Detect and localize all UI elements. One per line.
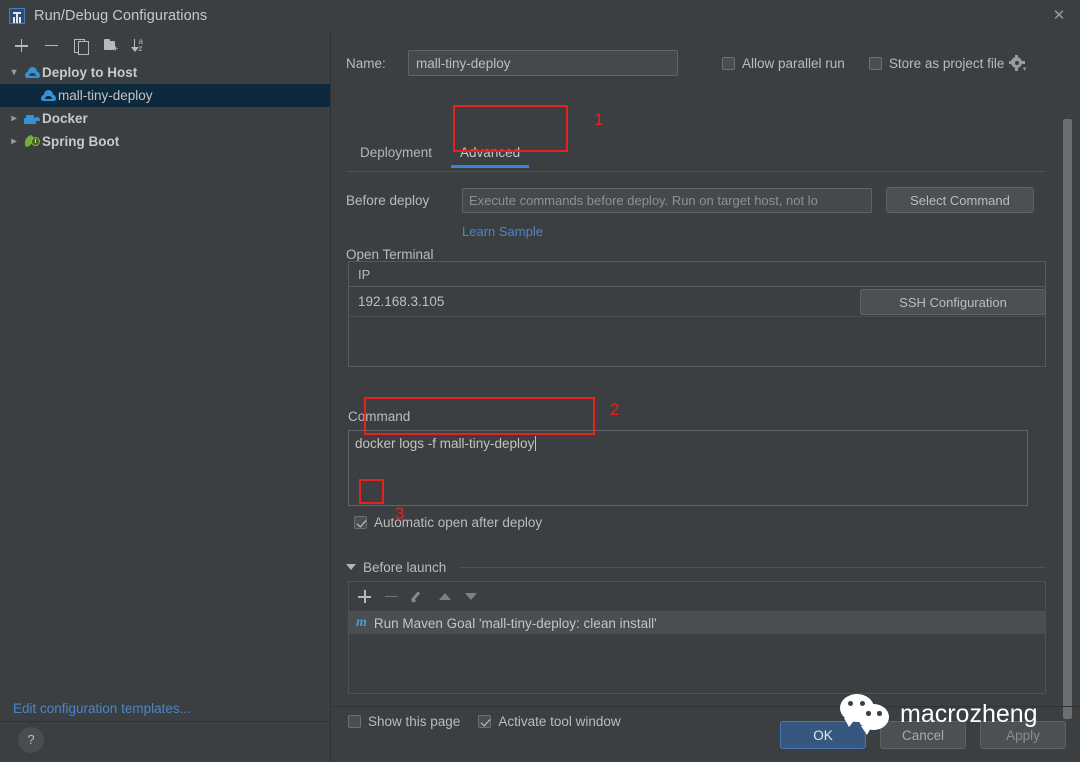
cell-ip: 192.168.3.105 [358,294,444,309]
add-task-button[interactable] [358,590,371,603]
cloud-icon [22,67,42,78]
sidebar-toolbar: + az [0,31,330,60]
plus-icon [15,39,28,52]
annotation-number-2: 2 [610,400,619,420]
name-input[interactable] [408,50,678,76]
maven-icon: m [356,616,367,630]
annotation-number-3: 3 [395,504,404,524]
spring-boot-icon [22,135,42,149]
learn-sample-link[interactable]: Learn Sample [462,224,543,239]
edit-task-button [412,590,425,603]
tree-item-docker[interactable]: ▸ Docker [0,107,330,130]
watermark-text: macrozheng [900,700,1038,729]
sort-az-icon: az [134,39,149,53]
sidebar-divider [0,721,331,722]
show-this-page-label: Show this page [368,714,460,729]
dialog-titlebar: Run/Debug Configurations [0,0,1080,31]
tree-item-mall-tiny-deploy[interactable]: mall-tiny-deploy [0,84,330,107]
new-folder-button[interactable]: + [98,34,124,58]
checkbox-box [348,715,361,728]
activate-tool-window-label: Activate tool window [498,714,620,729]
automatic-open-after-deploy-checkbox[interactable]: Automatic open after deploy [354,515,542,530]
intellij-idea-icon [9,8,25,24]
name-label: Name: [346,56,408,71]
tree-item-label: Spring Boot [42,134,119,149]
before-launch-header[interactable]: Before launch [346,558,1046,576]
triangle-down-icon[interactable] [346,564,356,570]
chevron-down-icon[interactable]: ▾ [6,67,22,78]
close-icon[interactable]: ✕ [1048,7,1070,25]
configurations-tree: ▾ Deploy to Host mall-tiny-deploy ▸ Dock… [0,61,330,153]
before-launch-toolbar [348,581,1046,611]
before-launch-list: m Run Maven Goal 'mall-tiny-deploy: clea… [348,611,1046,694]
edit-configuration-templates-link[interactable]: Edit configuration templates... [13,701,191,716]
select-command-button[interactable]: Select Command [886,187,1034,213]
tree-item-label: mall-tiny-deploy [58,88,153,103]
activate-tool-window-checkbox[interactable]: Activate tool window [478,714,620,729]
name-row: Name: Allow parallel run Store as projec… [346,50,1066,76]
docker-icon [22,113,42,125]
checkbox-box [869,57,882,70]
cloud-icon [38,90,58,101]
remove-configuration-button[interactable] [38,34,64,58]
list-item[interactable]: m Run Maven Goal 'mall-tiny-deploy: clea… [349,612,1045,634]
move-up-button [439,593,451,600]
minus-icon [45,45,58,47]
ssh-configuration-button[interactable]: SSH Configuration [860,289,1046,315]
bottom-options-row: Show this page Activate tool window [348,714,621,729]
open-terminal-label: Open Terminal [346,247,434,262]
allow-parallel-run-checkbox[interactable]: Allow parallel run [722,56,845,71]
checkbox-box [478,715,491,728]
sort-configurations-button[interactable]: az [128,34,154,58]
move-down-button [465,593,477,600]
tree-item-label: Deploy to Host [42,65,137,80]
before-deploy-input[interactable]: Execute commands before deploy. Run on t… [462,188,872,213]
tab-label: Deployment [360,145,432,160]
before-deploy-row: Before deploy Execute commands before de… [346,187,1056,213]
tree-item-deploy-to-host[interactable]: ▾ Deploy to Host [0,61,330,84]
folder-add-icon: + [104,39,119,52]
command-label: Command [348,409,410,424]
remove-task-button [385,596,398,598]
tab-underline [346,171,1046,172]
tab-label: Advanced [460,145,520,160]
tree-item-spring-boot[interactable]: ▸ Spring Boot [0,130,330,153]
add-configuration-button[interactable] [8,34,34,58]
command-value: docker logs -f mall-tiny-deploy [355,436,534,451]
run-debug-configurations-dialog: Run/Debug Configurations ✕ + az ▾ Deploy… [0,0,1080,762]
target-host-table: IP 192.168.3.105 SSH Configuration [348,261,1046,367]
annotation-number-1: 1 [594,110,603,130]
wechat-icon [840,694,892,734]
table-header: IP [349,262,1045,287]
vertical-scrollbar[interactable] [1063,119,1072,719]
command-input[interactable]: docker logs -f mall-tiny-deploy [348,430,1028,506]
configurations-sidebar: + az ▾ Deploy to Host mall-tiny-deploy [0,31,331,762]
chevron-right-icon[interactable]: ▸ [6,136,22,147]
text-caret [535,436,536,451]
editor-tabs: Deployment Advanced [346,136,1046,170]
checkbox-box [722,57,735,70]
dialog-title: Run/Debug Configurations [34,8,207,24]
allow-parallel-run-label: Allow parallel run [742,56,845,71]
column-header-ip: IP [358,267,370,282]
checkbox-box [354,516,367,529]
tree-item-label: Docker [42,111,88,126]
list-item-label: Run Maven Goal 'mall-tiny-deploy: clean … [374,616,657,631]
show-this-page-checkbox[interactable]: Show this page [348,714,460,729]
tab-deployment[interactable]: Deployment [346,136,446,168]
configuration-editor-panel: Name: Allow parallel run Store as projec… [332,31,1080,762]
help-button[interactable]: ? [18,727,44,753]
before-deploy-label: Before deploy [346,193,462,208]
copy-configuration-button[interactable] [68,34,94,58]
store-as-project-file-label: Store as project file [889,56,1005,71]
before-launch-label: Before launch [363,560,446,575]
header-divider [459,567,1046,568]
gear-icon[interactable]: ▾ [1010,56,1024,70]
copy-icon [74,39,88,53]
watermark: macrozheng [840,694,1038,734]
store-as-project-file-checkbox[interactable]: Store as project file [869,56,1005,71]
table-row[interactable]: 192.168.3.105 SSH Configuration [349,287,1045,317]
tab-advanced[interactable]: Advanced [446,136,534,168]
chevron-right-icon[interactable]: ▸ [6,113,22,124]
